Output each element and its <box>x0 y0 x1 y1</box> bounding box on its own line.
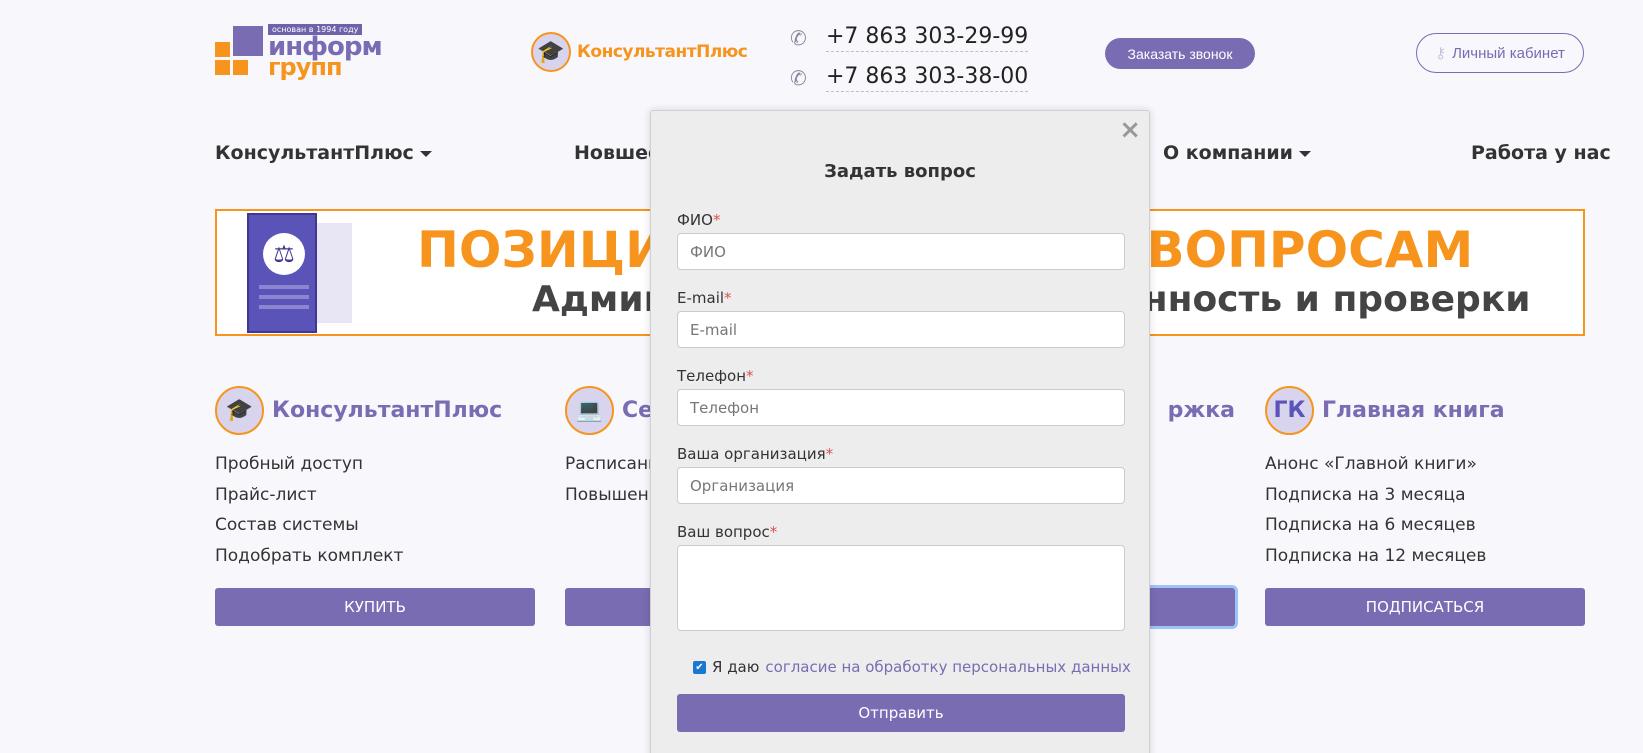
nav-item-careers[interactable]: Работа у нас <box>1471 142 1611 164</box>
professor-icon: 🎓 <box>531 32 571 72</box>
consultantplus-logo-text: КонсультантПлюс <box>577 42 748 62</box>
consent-prefix: Я даю <box>712 658 760 676</box>
column-title[interactable]: Главная книга <box>1322 398 1505 423</box>
informgroup-logo[interactable]: основан в 1994 году информ групп <box>215 24 383 81</box>
name-input[interactable]: ФИО <box>677 233 1125 270</box>
consent-checkbox[interactable]: ✔ <box>693 660 706 674</box>
key-icon: ⚷ <box>1435 45 1447 62</box>
logo-square <box>215 60 230 75</box>
laptop-icon: 💻 <box>565 385 614 435</box>
list-item[interactable]: Подписка на 3 месяца <box>1265 480 1585 511</box>
nav-item-label: Работа у нас <box>1471 142 1611 164</box>
label-text: ФИО <box>677 211 713 229</box>
logo-square <box>233 60 248 75</box>
documents-illustration: ⚖ <box>247 213 357 333</box>
name-field: ФИО* ФИО <box>677 211 1125 270</box>
phone-row: ✆ +7 863 303-38-00 <box>790 58 1029 98</box>
nav-item-about[interactable]: О компании <box>1163 142 1311 164</box>
gk-logo-icon: ГК <box>1265 385 1314 435</box>
consent-row: ✔ Я даю согласие на обработку персональн… <box>693 658 1131 676</box>
name-label: ФИО* <box>677 211 1125 233</box>
scales-icon: ⚖ <box>263 233 305 275</box>
column-consultantplus: 🎓 КонсультантПлюс Пробный доступ Прайс-л… <box>215 385 535 626</box>
phone-icon: ✆ <box>790 26 807 50</box>
list-item[interactable]: Пробный доступ <box>215 449 535 480</box>
logo-square <box>215 42 230 57</box>
list-item[interactable]: Прайс-лист <box>215 480 535 511</box>
label-text: Ваша организация <box>677 445 826 463</box>
question-textarea[interactable] <box>677 545 1125 631</box>
list-item[interactable]: Анонс «Главной книги» <box>1265 449 1585 480</box>
professor-icon: 🎓 <box>215 385 264 435</box>
phone-row: ✆ +7 863 303-29-99 <box>790 18 1029 58</box>
document-shape: ⚖ <box>247 213 317 333</box>
email-label: E-mail* <box>677 289 1125 311</box>
phone-label: Телефон* <box>677 367 1125 389</box>
column-glavnaya-kniga: ГК Главная книга Анонс «Главной книги» П… <box>1265 385 1585 626</box>
nav-item-consultantplus[interactable]: КонсультантПлюс <box>215 142 432 164</box>
modal-title: Задать вопрос <box>824 161 976 182</box>
column-links: Анонс «Главной книги» Подписка на 3 меся… <box>1265 449 1585 571</box>
organization-field: Ваша организация* Организация <box>677 445 1125 504</box>
list-item[interactable]: Подписка на 12 месяцев <box>1265 541 1585 572</box>
organization-input[interactable]: Организация <box>677 467 1125 504</box>
document-line <box>259 285 309 289</box>
column-title[interactable]: КонсультантПлюс <box>272 398 502 423</box>
personal-cabinet-button[interactable]: ⚷ Личный кабинет <box>1416 33 1584 73</box>
nav-item-label: КонсультантПлюс <box>215 142 414 164</box>
email-field: E-mail* E-mail <box>677 289 1125 348</box>
caret-down-icon <box>419 150 432 157</box>
organization-label: Ваша организация* <box>677 445 1125 467</box>
order-call-button[interactable]: Заказать звонок <box>1105 38 1255 69</box>
required-mark: * <box>724 289 732 307</box>
email-input[interactable]: E-mail <box>677 311 1125 348</box>
list-item[interactable]: Подписка на 6 месяцев <box>1265 510 1585 541</box>
list-item[interactable]: Подобрать комплект <box>215 541 535 572</box>
buy-button[interactable]: КУПИТЬ <box>215 588 535 626</box>
label-text: Телефон <box>677 367 747 385</box>
phone-input[interactable]: Телефон <box>677 389 1125 426</box>
label-text: E-mail <box>677 289 725 307</box>
document-line <box>259 305 309 309</box>
required-mark: * <box>746 367 754 385</box>
question-label: Ваш вопрос* <box>677 523 1125 545</box>
question-field: Ваш вопрос* <box>677 523 1125 631</box>
column-header: ГК Главная книга <box>1265 385 1585 435</box>
label-text: Ваш вопрос <box>677 523 770 541</box>
consultantplus-logo[interactable]: 🎓 КонсультантПлюс <box>531 32 748 72</box>
caret-down-icon <box>1298 150 1311 157</box>
column-links: Пробный доступ Прайс-лист Состав системы… <box>215 449 535 571</box>
consent-link[interactable]: согласие на обработку персональных данны… <box>765 658 1130 676</box>
phone-icon: ✆ <box>790 66 807 90</box>
phone-number[interactable]: +7 863 303-29-99 <box>826 24 1029 52</box>
close-icon[interactable]: × <box>1119 115 1141 145</box>
ask-question-modal: × Задать вопрос ФИО* ФИО E-mail* E-mail … <box>650 110 1150 753</box>
phone-list: ✆ +7 863 303-29-99 ✆ +7 863 303-38-00 <box>790 18 1029 98</box>
document-line <box>259 295 309 299</box>
logo-square-purple <box>233 26 263 56</box>
required-mark: * <box>712 211 721 229</box>
column-header: 🎓 КонсультантПлюс <box>215 385 535 435</box>
personal-cabinet-label: Личный кабинет <box>1452 44 1565 62</box>
nav-item-label: О компании <box>1163 142 1293 164</box>
logo-text-line2: групп <box>268 53 343 81</box>
list-item[interactable]: Состав системы <box>215 510 535 541</box>
column-title[interactable]: ржка <box>1168 398 1235 423</box>
subscribe-button[interactable]: ПОДПИСАТЬСЯ <box>1265 588 1585 626</box>
phone-number[interactable]: +7 863 303-38-00 <box>826 64 1029 92</box>
submit-button[interactable]: Отправить <box>677 694 1125 732</box>
phone-field: Телефон* Телефон <box>677 367 1125 426</box>
required-mark: * <box>769 523 778 541</box>
required-mark: * <box>825 445 834 463</box>
